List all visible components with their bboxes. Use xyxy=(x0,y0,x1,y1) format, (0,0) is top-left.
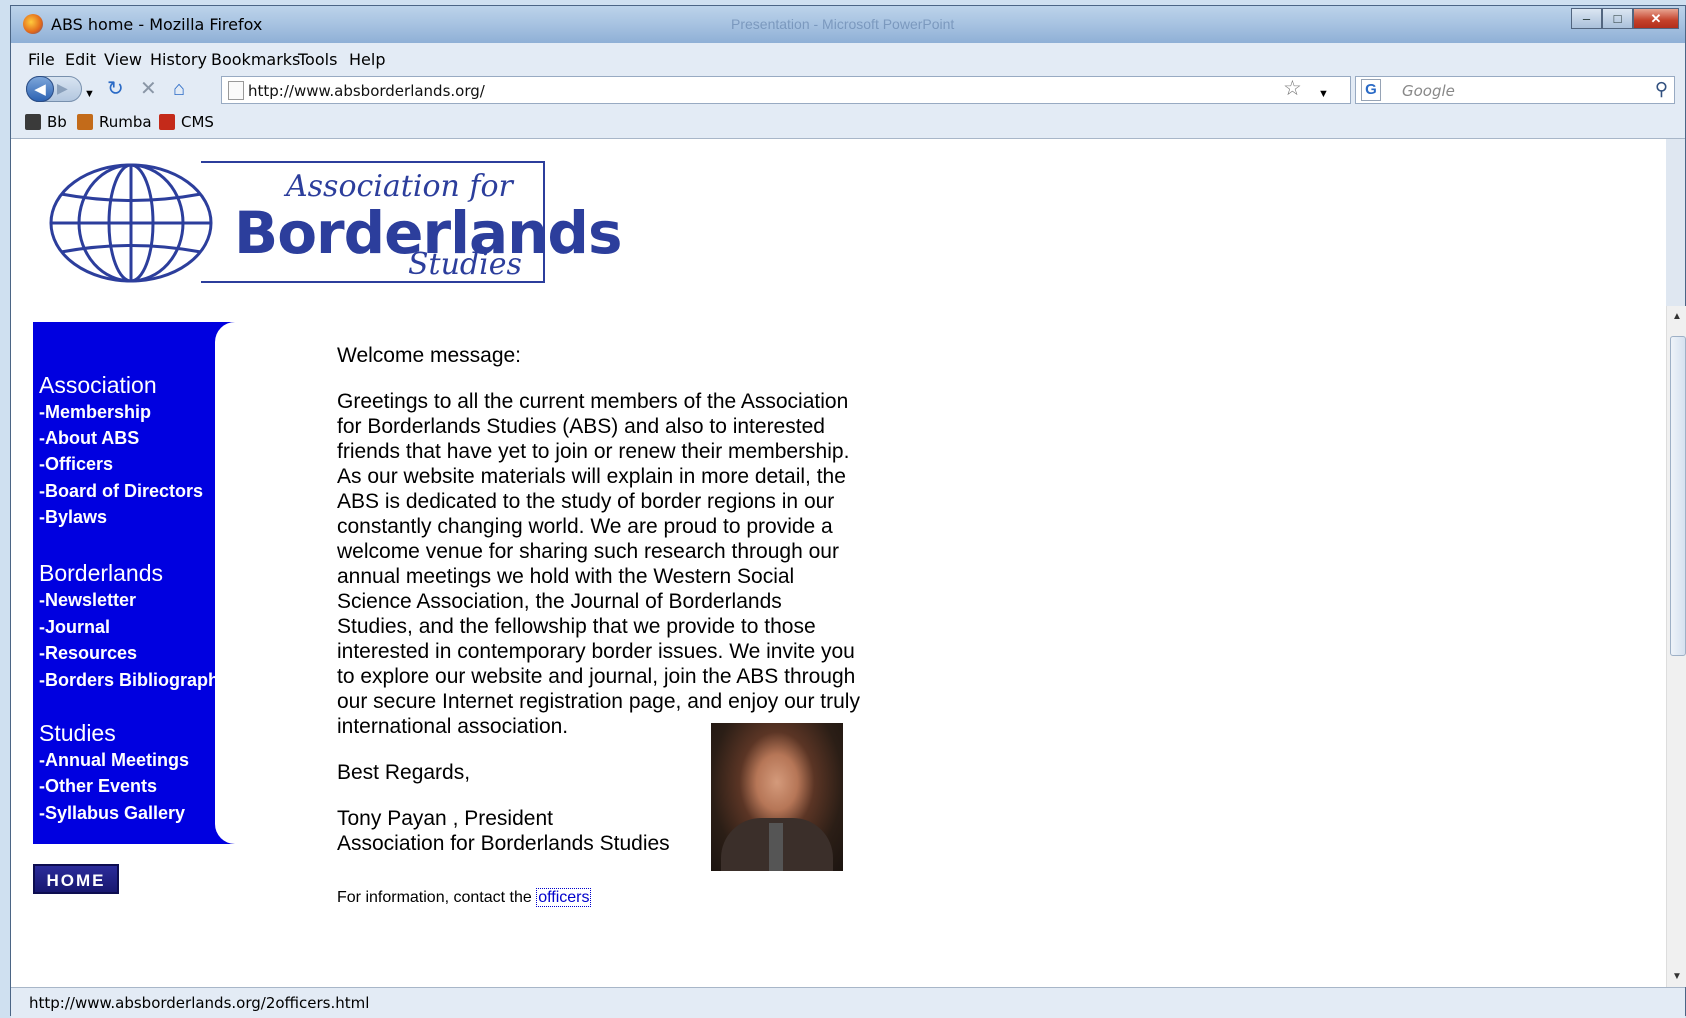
sidebar-item-other-events[interactable]: -Other Events xyxy=(39,776,157,797)
bookmark-star-icon[interactable]: ☆ xyxy=(1283,76,1302,101)
firefox-icon xyxy=(23,14,43,34)
message-line: for Borderlands Studies (ABS) and also t… xyxy=(337,415,825,438)
menu-file[interactable]: File xyxy=(28,50,55,69)
globe-icon xyxy=(49,163,213,283)
status-text: http://www.absborderlands.org/2officers.… xyxy=(29,994,370,1012)
contact-footer: For information, contact the officers xyxy=(337,888,592,907)
stop-icon[interactable]: ✕ xyxy=(140,78,157,100)
history-dropdown-icon[interactable]: ▼ xyxy=(84,83,95,105)
search-box[interactable]: G Google ⚲ xyxy=(1355,76,1675,104)
sidebar-item-resources[interactable]: -Resources xyxy=(39,643,137,664)
back-forward-group: ◀ ▶ xyxy=(26,76,82,102)
menu-help[interactable]: Help xyxy=(349,50,385,69)
contact-text: For information, contact the xyxy=(337,889,537,906)
maximize-button[interactable]: □ xyxy=(1602,8,1633,29)
close-button[interactable]: ✕ xyxy=(1633,8,1679,29)
sidebar-curve xyxy=(215,322,240,844)
navigation-toolbar: ◀ ▶ ▼ ↻ ✕ ⌂ http://www.absborderlands.or… xyxy=(11,73,1685,107)
sidebar-item-bylaws[interactable]: -Bylaws xyxy=(39,507,107,528)
message-line: friends that have yet to join or renew t… xyxy=(337,440,850,463)
search-icon[interactable]: ⚲ xyxy=(1655,79,1668,100)
message-line: ABS is dedicated to the study of border … xyxy=(337,490,835,513)
sidebar-item-journal[interactable]: -Journal xyxy=(39,617,110,638)
background-app-title: Presentation - Microsoft PowerPoint xyxy=(731,16,955,32)
welcome-heading: Welcome message: xyxy=(337,344,522,367)
sidebar-heading-association: Association xyxy=(39,372,157,398)
sidebar-nav: Association -Membership -About ABS -Offi… xyxy=(33,322,240,844)
sidebar-item-membership[interactable]: -Membership xyxy=(39,402,151,423)
vertical-scrollbar[interactable]: ▲ ▼ xyxy=(1666,306,1686,987)
back-arrow-icon[interactable]: ◀ xyxy=(26,76,54,102)
window-title: ABS home - Mozilla Firefox xyxy=(51,15,263,34)
search-placeholder: Google xyxy=(1402,82,1455,100)
forward-arrow-icon[interactable]: ▶ xyxy=(57,80,68,97)
bookmark-rumba[interactable]: Rumba xyxy=(77,113,152,131)
sidebar-item-syllabus-gallery[interactable]: -Syllabus Gallery xyxy=(39,803,185,824)
menu-bookmarks[interactable]: Bookmarks xyxy=(211,50,300,69)
page-content: Association for Borderlands Studies Asso… xyxy=(11,139,1666,987)
browser-window: ABS home - Mozilla Firefox Presentation … xyxy=(10,5,1686,1018)
status-bar: http://www.absborderlands.org/2officers.… xyxy=(11,987,1685,1018)
officers-link[interactable]: officers xyxy=(536,888,592,907)
menu-view[interactable]: View xyxy=(104,50,142,69)
rumba-icon xyxy=(77,114,93,130)
window-buttons: – □ ✕ xyxy=(1571,8,1679,30)
title-bar: ABS home - Mozilla Firefox Presentation … xyxy=(11,6,1685,43)
sidebar-heading-borderlands: Borderlands xyxy=(39,560,164,586)
url-dropdown-icon[interactable]: ▼ xyxy=(1318,83,1329,105)
sidebar-heading-studies: Studies xyxy=(39,720,116,746)
sidebar-item-newsletter[interactable]: -Newsletter xyxy=(39,590,136,611)
home-button[interactable]: HOME xyxy=(33,864,119,894)
menu-tools[interactable]: Tools xyxy=(298,50,337,69)
scroll-up-icon[interactable]: ▲ xyxy=(1672,311,1682,322)
message-line: our secure Internet registration page, a… xyxy=(337,690,860,713)
abs-logo[interactable]: Association for Borderlands Studies xyxy=(46,159,622,289)
scroll-thumb[interactable] xyxy=(1670,336,1686,656)
message-line: Studies, and the fellowship that we prov… xyxy=(337,615,816,638)
message-line: Greetings to all the current members of … xyxy=(337,390,849,413)
bb-icon xyxy=(25,114,41,130)
message-line: constantly changing world. We are proud … xyxy=(337,515,833,538)
sidebar-item-about-abs[interactable]: -About ABS xyxy=(39,428,139,449)
bookmark-cms[interactable]: CMS xyxy=(159,113,214,131)
page-icon xyxy=(228,81,244,100)
sidebar-item-board-of-directors[interactable]: -Board of Directors xyxy=(39,481,203,502)
menu-history[interactable]: History xyxy=(150,50,207,69)
logo-line3: Studies xyxy=(408,247,522,282)
message-line: welcome venue for sharing such research … xyxy=(337,540,839,563)
address-url: http://www.absborderlands.org/ xyxy=(248,82,485,100)
sidebar-item-officers[interactable]: -Officers xyxy=(39,454,113,475)
menu-bar: File Edit View History Bookmarks Tools H… xyxy=(11,43,1685,73)
cms-icon xyxy=(159,114,175,130)
minimize-button[interactable]: – xyxy=(1571,8,1602,29)
bookmark-bb[interactable]: Bb xyxy=(25,113,67,131)
president-photo xyxy=(711,723,843,871)
reload-icon[interactable]: ↻ xyxy=(107,78,124,100)
home-icon[interactable]: ⌂ xyxy=(173,78,185,100)
google-engine-icon[interactable]: G xyxy=(1361,79,1381,101)
scroll-down-icon[interactable]: ▼ xyxy=(1672,971,1682,982)
message-line: to explore our website and journal, join… xyxy=(337,665,856,688)
message-line: interested in contemporary border issues… xyxy=(337,640,855,663)
sidebar-item-annual-meetings[interactable]: -Annual Meetings xyxy=(39,750,189,771)
message-line: annual meetings we hold with the Western… xyxy=(337,565,795,588)
sidebar-item-borders-bibliography[interactable]: -Borders Bibliography xyxy=(39,670,229,691)
address-bar[interactable]: http://www.absborderlands.org/ xyxy=(221,76,1351,104)
message-line: Science Association, the Journal of Bord… xyxy=(337,590,782,613)
photo-tie xyxy=(769,823,783,871)
bookmarks-toolbar: Bb Rumba CMS xyxy=(11,107,1685,139)
menu-edit[interactable]: Edit xyxy=(65,50,96,69)
message-line: As our website materials will explain in… xyxy=(337,465,846,488)
